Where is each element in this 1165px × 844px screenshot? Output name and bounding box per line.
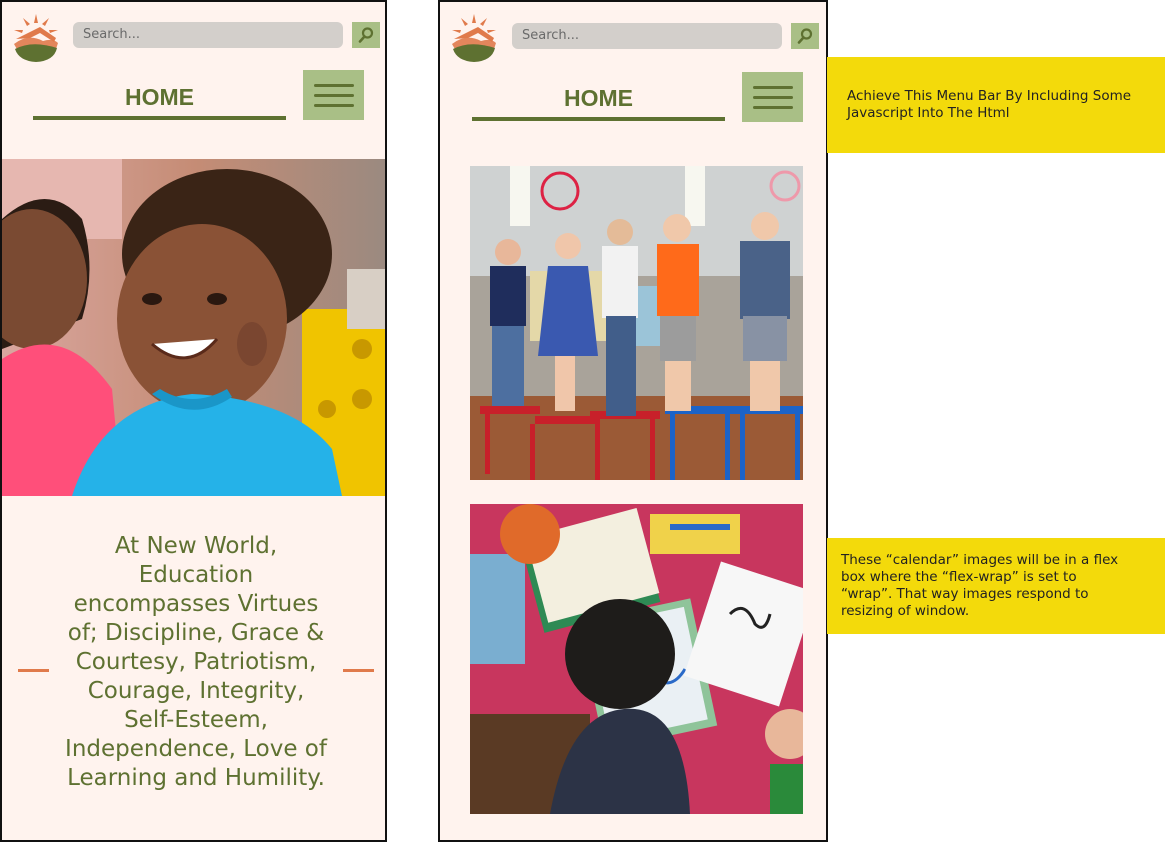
search-input[interactable]: Search... (512, 23, 782, 49)
mobile-gallery-mockup: Search... HOME (438, 0, 828, 842)
hamburger-menu-button[interactable] (742, 72, 803, 122)
home-nav-label[interactable]: HOME (472, 85, 725, 112)
kids-drawing-photo (470, 504, 803, 814)
flex-wrap-annotation: These “calendar” images will be in a fle… (827, 538, 1165, 634)
menu-bar-annotation: Achieve This Menu Bar By Including Some … (827, 57, 1165, 153)
virtues-statement: At New World, Education encompasses Virt… (65, 533, 327, 791)
sun-hills-logo-icon[interactable] (448, 11, 500, 63)
search-magnifier-icon (797, 28, 813, 44)
hero-child-photo (2, 159, 385, 496)
search-button[interactable] (352, 22, 380, 48)
left-orange-dash (18, 669, 49, 672)
sun-hills-logo-icon[interactable] (10, 11, 62, 63)
right-orange-dash (343, 669, 374, 672)
mobile-home-mockup: Search... HOME At New World, Education e… (0, 0, 387, 842)
home-underline (472, 117, 725, 121)
hamburger-menu-button[interactable] (303, 70, 364, 120)
home-underline (33, 116, 286, 120)
search-button[interactable] (791, 23, 819, 49)
search-magnifier-icon (358, 27, 374, 43)
home-nav-label[interactable]: HOME (33, 84, 286, 111)
classroom-kids-photo (470, 166, 803, 480)
search-input[interactable]: Search... (73, 22, 343, 48)
hamburger-menu-icon (752, 85, 793, 89)
hamburger-menu-icon (313, 83, 354, 87)
